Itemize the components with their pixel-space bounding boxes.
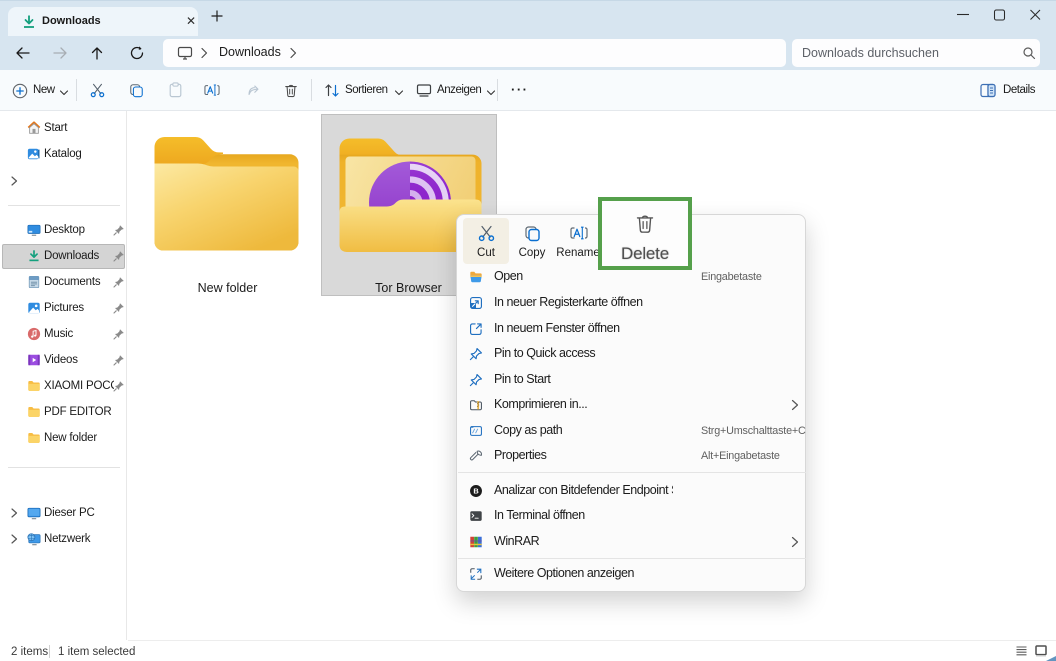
- svg-text:B: B: [473, 486, 479, 495]
